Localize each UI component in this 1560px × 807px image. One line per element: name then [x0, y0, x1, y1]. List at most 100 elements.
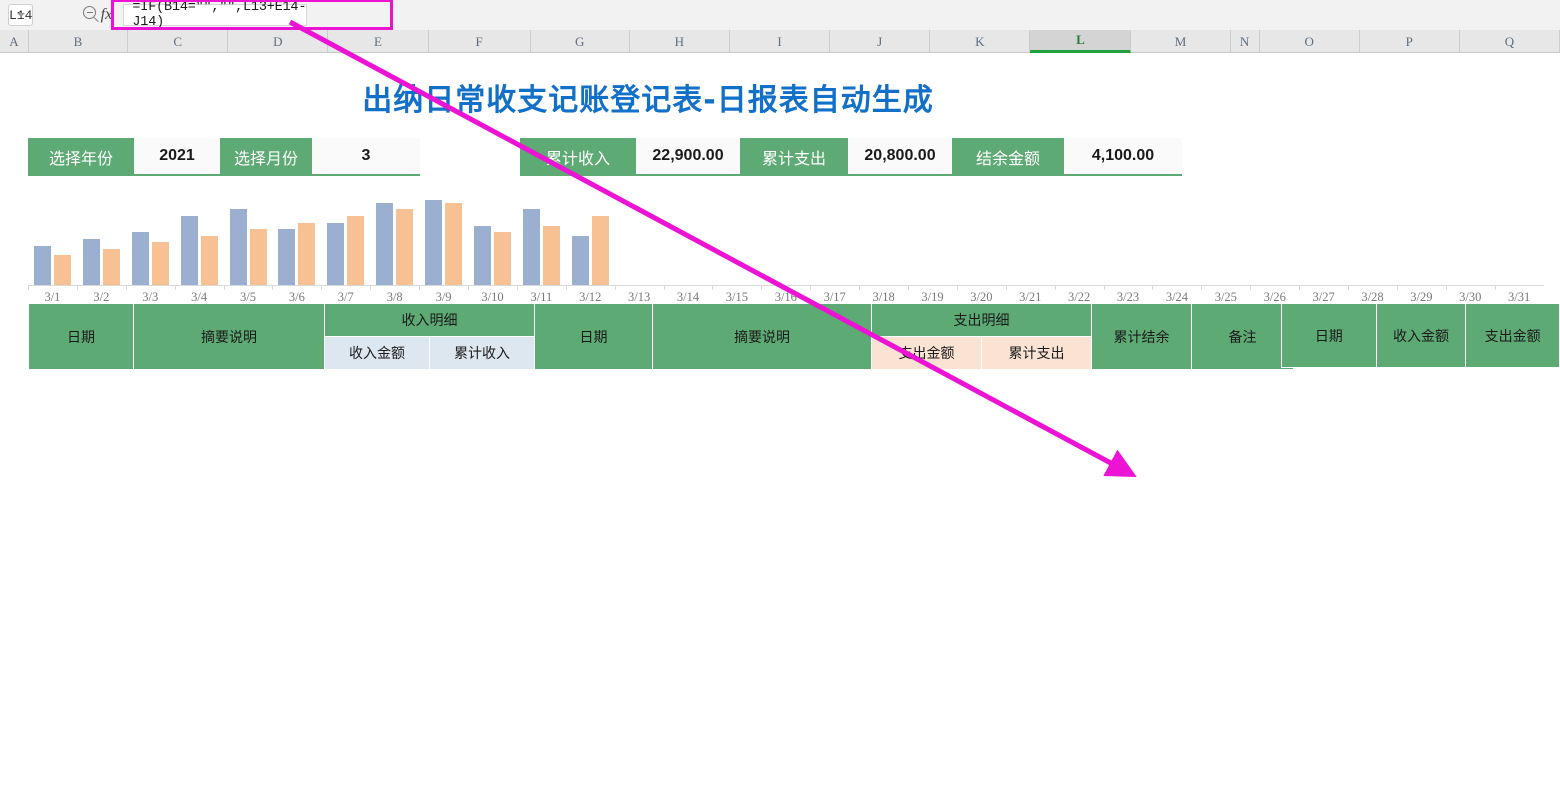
- column-header-q[interactable]: Q: [1460, 30, 1560, 53]
- side-table-header-row: 日期 收入金额 支出金额: [1282, 304, 1560, 368]
- fx-icon[interactable]: fx: [89, 6, 123, 24]
- chart-bar: [181, 216, 198, 285]
- chart-bar-group: [1446, 193, 1495, 285]
- chart-bar: [474, 226, 491, 285]
- col-header-expense-amount: 支出金额: [872, 337, 982, 370]
- select-month-button[interactable]: 选择月份: [220, 138, 312, 176]
- chart-bar-group: [957, 193, 1006, 285]
- chart-bar: [523, 209, 540, 285]
- chart-bar-group: [419, 193, 468, 285]
- chart-bar-group: [1250, 193, 1299, 285]
- chart-bar: [34, 246, 51, 285]
- chart-bar-group: [321, 193, 370, 285]
- chart-bar-group: [468, 193, 517, 285]
- chart-bar: [347, 216, 364, 285]
- chart-bar-group: [712, 193, 761, 285]
- chart-bar-group: [175, 193, 224, 285]
- chart-bar-group: [1495, 193, 1544, 285]
- page-title: 出纳日常收支记账登记表-日报表自动生成: [28, 75, 1268, 119]
- chart-bar-group: [859, 193, 908, 285]
- column-header-c[interactable]: C: [128, 30, 228, 53]
- chart-bar-group: [272, 193, 321, 285]
- chart-bar: [132, 232, 149, 285]
- chart-bar-group: [370, 193, 419, 285]
- col-header-expense-group: 支出明细: [872, 304, 1092, 337]
- col-header-expense-total: 累计支出: [982, 337, 1092, 370]
- chart-bar: [278, 229, 295, 285]
- chevron-down-icon[interactable]: [17, 13, 25, 17]
- balance-button[interactable]: 结余金额: [952, 138, 1064, 176]
- chart-bar: [230, 209, 247, 285]
- select-year-value[interactable]: 2021: [134, 138, 220, 176]
- chart-bar: [298, 223, 315, 285]
- chart-bar: [494, 232, 511, 285]
- column-header-f[interactable]: F: [429, 30, 531, 53]
- select-month-value[interactable]: 3: [312, 138, 420, 176]
- select-year-button[interactable]: 选择年份: [28, 138, 134, 176]
- total-expense-button[interactable]: 累计支出: [740, 138, 848, 176]
- total-income-button[interactable]: 累计收入: [520, 138, 636, 176]
- name-box[interactable]: L14: [8, 4, 33, 26]
- chart-bar-group: [1201, 193, 1250, 285]
- chart-bar: [54, 255, 71, 285]
- chart-bar-group: [28, 193, 77, 285]
- chart-bar-group: [664, 193, 713, 285]
- chart-bar: [396, 209, 413, 285]
- chart-bar: [152, 242, 169, 285]
- chart-bar-group: [1299, 193, 1348, 285]
- chart-bar-group: [1152, 193, 1201, 285]
- chart-bar-group: [126, 193, 175, 285]
- column-header-b[interactable]: B: [29, 30, 128, 53]
- chart-bar-group: [1104, 193, 1153, 285]
- side-col-header-expense: 支出金额: [1466, 304, 1560, 368]
- formula-input-wrap: fx =IF(B14="","",L13+E14-J14): [89, 3, 1560, 27]
- column-header-j[interactable]: J: [830, 30, 930, 53]
- formula-input[interactable]: =IF(B14="","",L13+E14-J14): [123, 4, 307, 26]
- balance-value[interactable]: 4,100.00: [1064, 138, 1182, 176]
- chart-bar-group: [1397, 193, 1446, 285]
- col-header-date: 日期: [29, 304, 134, 370]
- chart-bar: [103, 249, 120, 285]
- column-header-i[interactable]: I: [730, 30, 830, 53]
- chart-bar-group: [566, 193, 615, 285]
- daily-summary-table[interactable]: 日期 收入金额 支出金额: [1281, 303, 1560, 368]
- col-header-remark: 备注: [1192, 304, 1294, 370]
- col-header-income-amount: 收入金额: [325, 337, 430, 370]
- chart-bar: [327, 223, 344, 285]
- column-header-o[interactable]: O: [1260, 30, 1360, 53]
- chart-bar-group: [1055, 193, 1104, 285]
- table-header-row-1: 日期 摘要说明 收入明细 日期 摘要说明 支出明细 累计结余 备注: [29, 304, 1294, 337]
- side-col-header-date: 日期: [1282, 304, 1377, 368]
- column-header-l[interactable]: L: [1030, 30, 1131, 53]
- chart-bar-group: [908, 193, 957, 285]
- col-header-summary: 摘要说明: [134, 304, 325, 370]
- total-income-value[interactable]: 22,900.00: [636, 138, 740, 176]
- daily-income-expense-chart: 3/13/23/33/43/53/63/73/83/93/103/113/123…: [28, 193, 1544, 311]
- chart-plot-area: [28, 193, 1544, 285]
- chart-bar-group: [810, 193, 859, 285]
- chart-bar: [592, 216, 609, 285]
- chart-bar-group: [77, 193, 126, 285]
- chart-bar: [445, 203, 462, 285]
- total-expense-value[interactable]: 20,800.00: [848, 138, 952, 176]
- column-header-k[interactable]: K: [930, 30, 1030, 53]
- column-header-h[interactable]: H: [630, 30, 730, 53]
- chart-bar: [543, 226, 560, 285]
- chart-x-axis: [28, 285, 1544, 286]
- chart-bar: [425, 200, 442, 285]
- column-header-a[interactable]: A: [0, 30, 29, 53]
- chart-bar-group: [224, 193, 273, 285]
- column-header-n[interactable]: N: [1231, 30, 1260, 53]
- chart-bar: [376, 203, 393, 285]
- col-header-summary-2: 摘要说明: [653, 304, 872, 370]
- column-header-e[interactable]: E: [328, 30, 428, 53]
- column-header-p[interactable]: P: [1360, 30, 1460, 53]
- chart-bar-group: [761, 193, 810, 285]
- spreadsheet-canvas[interactable]: 出纳日常收支记账登记表-日报表自动生成 选择年份2021选择月份3 累计收入22,…: [0, 53, 1560, 807]
- ledger-table[interactable]: 日期 摘要说明 收入明细 日期 摘要说明 支出明细 累计结余 备注 收入金额 累…: [28, 303, 1294, 370]
- column-header-g[interactable]: G: [531, 30, 630, 53]
- chart-bar: [83, 239, 100, 285]
- column-header-m[interactable]: M: [1131, 30, 1230, 53]
- control-bar: 选择年份2021选择月份3 累计收入22,900.00累计支出20,800.00结…: [0, 138, 1560, 178]
- column-header-d[interactable]: D: [228, 30, 328, 53]
